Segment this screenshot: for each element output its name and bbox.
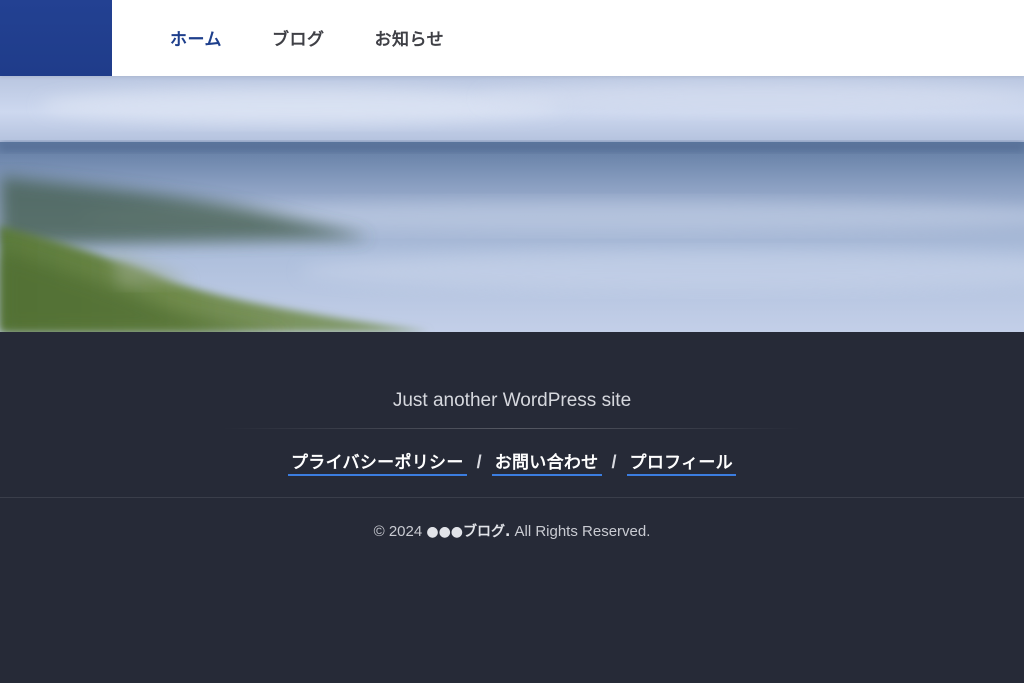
copyright: © 2024 ●●●ブログ. All Rights Reserved. [0, 521, 1024, 541]
site-logo[interactable] [0, 0, 112, 76]
site-header: ホーム ブログ お知らせ [0, 0, 1024, 76]
copyright-prefix: © 2024 [373, 523, 423, 540]
copyright-site-name[interactable]: ●●●ブログ. [426, 524, 510, 540]
link-separator: / [611, 451, 617, 472]
hero-image [0, 76, 1024, 332]
footer-divider [0, 497, 1024, 498]
footer-link-profile[interactable]: プロフィール [626, 448, 736, 476]
nav-item-home[interactable]: ホーム [170, 25, 222, 50]
coastline-landscape-image [0, 76, 1024, 332]
footer-links: プライバシーポリシー / お問い合わせ / プロフィール [0, 448, 1024, 476]
nav-item-blog[interactable]: ブログ [272, 25, 325, 50]
footer-link-contact[interactable]: お問い合わせ [491, 448, 602, 476]
site-tagline: Just another WordPress site [392, 390, 632, 411]
tagline-divider [222, 428, 802, 429]
link-separator: / [476, 451, 482, 472]
global-nav: ホーム ブログ お知らせ [170, 0, 494, 76]
copyright-suffix: All Rights Reserved. [514, 523, 651, 540]
site-footer: Just another WordPress site プライバシーポリシー /… [0, 332, 1024, 683]
nav-item-news[interactable]: お知らせ [375, 25, 445, 50]
footer-link-privacy-policy[interactable]: プライバシーポリシー [288, 448, 467, 476]
page: ホーム ブログ お知らせ Just another WordPress site… [0, 0, 1024, 683]
